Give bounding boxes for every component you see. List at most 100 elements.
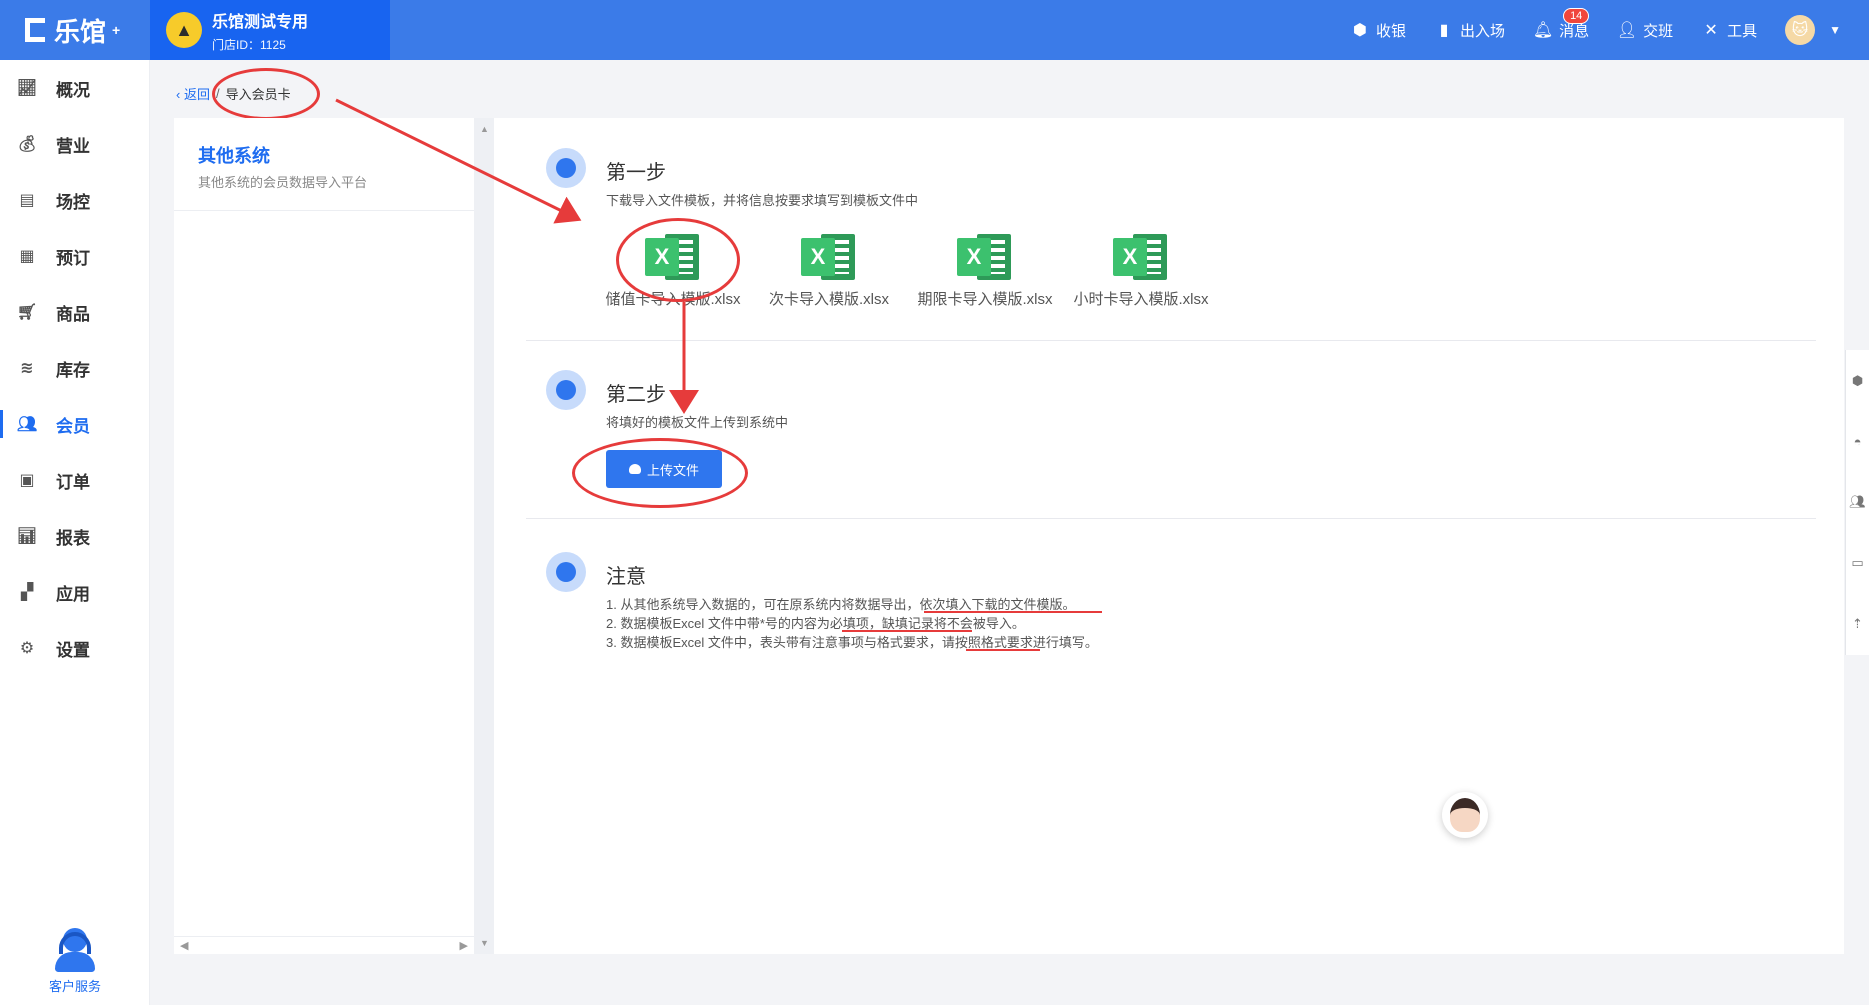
assistant-face-icon: [1450, 798, 1480, 832]
sidebar-item-venue[interactable]: ▤ 场控: [0, 172, 149, 228]
store-icon[interactable]: ▭: [1851, 555, 1863, 571]
import-main-panel: 第一步 下载导入文件模板，并将信息按要求填写到模板文件中 X 储值卡导入模版.x…: [494, 118, 1844, 954]
brand-name: 乐馆: [54, 16, 107, 47]
sidebar-item-reports[interactable]: 📊︎ 报表: [0, 508, 149, 564]
customer-service-label: 客户服务: [48, 979, 101, 994]
sidebar-item-orders[interactable]: ▣ 订单: [0, 452, 149, 508]
note-title: 注意: [606, 566, 646, 588]
sidebar-item-label: 报表: [56, 528, 90, 548]
entry-exit-label: 出入场: [1460, 22, 1506, 40]
sidebar-item-apps[interactable]: ▞ 应用: [0, 564, 149, 620]
sidebar-item-members[interactable]: 👥︎ 会员: [0, 396, 149, 452]
store-avatar: ▲: [166, 12, 202, 48]
scroll-down-icon[interactable]: ▼: [480, 938, 489, 948]
file-name: 次卡导入模版.xlsx: [768, 291, 889, 308]
brand-sup: +: [112, 22, 121, 38]
sidebar-item-label: 商品: [56, 304, 90, 324]
apps-icon: ▞: [20, 584, 34, 601]
cashier-label: 收银: [1376, 22, 1407, 40]
excel-icon: X: [801, 230, 857, 282]
message-count-badge: 14: [1563, 7, 1590, 24]
layers-icon: ≋: [20, 360, 34, 377]
cashier-button[interactable]: ⬢ 收银: [1350, 20, 1406, 41]
panel-divider: [174, 210, 474, 211]
back-link[interactable]: ‹ 返回: [176, 84, 210, 103]
customer-service-button[interactable]: 客户服务: [0, 928, 150, 995]
scroll-left-icon[interactable]: ◀: [180, 939, 188, 952]
upload-button-label: 上传文件: [646, 462, 699, 478]
handover-icon: 👤︎: [1616, 22, 1638, 39]
upload-file-button[interactable]: 上传文件: [606, 450, 722, 488]
tools-button[interactable]: ✕ 工具: [1701, 20, 1757, 41]
cube-icon[interactable]: ⬢: [1852, 373, 1863, 389]
vertical-scrollbar[interactable]: ▲ ▼: [474, 118, 494, 954]
excel-icon: X: [957, 230, 1013, 282]
handover-button[interactable]: 👤︎ 交班: [1617, 20, 1673, 41]
excel-icon: X: [1113, 230, 1169, 282]
sidebar-item-label: 订单: [56, 472, 90, 492]
file-name: 储值卡导入模版.xlsx: [605, 291, 741, 308]
sidebar-item-label: 会员: [56, 416, 90, 436]
entry-exit-button[interactable]: ▮ 出入场: [1434, 20, 1505, 41]
sidebar-item-business[interactable]: 💰︎ 营业: [0, 116, 149, 172]
store-title: 乐馆测试专用: [212, 13, 309, 31]
horizontal-scrollbar[interactable]: ◀ ▶: [174, 936, 474, 954]
gear-icon: ⚙︎: [19, 640, 35, 657]
messages-button[interactable]: 🔔︎ 消息 14: [1532, 7, 1590, 41]
step1-title: 第一步: [606, 162, 666, 184]
sidebar-item-label: 库存: [56, 360, 90, 380]
sidebar-item-booking[interactable]: ▦ 预订: [0, 228, 149, 284]
logo-icon: [22, 15, 48, 45]
step1-indicator: [546, 148, 586, 188]
top-actions: ⬢ 收银 ▮ 出入场 🔔︎ 消息 14 👤︎ 交班 ✕ 工具 🐱︎ ▼: [1350, 7, 1869, 45]
step1-desc: 下载导入文件模板，并将信息按要求填写到模板文件中: [606, 193, 919, 208]
order-icon: ▣: [19, 472, 35, 489]
venue-icon: ▤: [19, 192, 35, 209]
sidebar-item-overview[interactable]: 📈︎ 概况: [0, 60, 149, 116]
store-switcher[interactable]: ▲ 乐馆测试专用 门店ID：1125: [150, 0, 390, 60]
source-desc: 其他系统的会员数据导入平台: [198, 175, 368, 190]
template-file-term-card[interactable]: X 期限卡导入模版.xlsx: [910, 230, 1060, 309]
cashier-icon: ⬢: [1353, 22, 1368, 39]
template-file-stored-value[interactable]: X 储值卡导入模版.xlsx: [598, 230, 748, 309]
app-logo[interactable]: 乐馆 +: [0, 0, 150, 60]
template-file-hour-card[interactable]: X 小时卡导入模版.xlsx: [1066, 230, 1216, 309]
sidebar-item-settings[interactable]: ⚙︎ 设置: [0, 620, 149, 676]
users-icon[interactable]: 👥︎: [1849, 494, 1866, 510]
scroll-right-icon[interactable]: ▶: [460, 939, 468, 952]
breadcrumb: ‹ 返回 / 导入会员卡: [176, 84, 291, 103]
top-icon[interactable]: ⇡: [1852, 616, 1863, 632]
headset-icon: [51, 928, 99, 972]
sidebar-item-label: 应用: [56, 584, 90, 604]
breadcrumb-separator: /: [215, 86, 220, 101]
chevron-down-icon: ▼: [1829, 23, 1841, 37]
report-icon: 📊︎: [16, 528, 38, 545]
import-source-panel: 其他系统 其他系统的会员数据导入平台: [174, 118, 474, 954]
sidebar: 📈︎ 概况 💰︎ 营业 ▤ 场控 ▦ 预订 🛒︎ 商品 ≋ 库存 👥︎ 会员 ▣ 订单 📊︎ 报表…: [0, 60, 150, 1005]
top-header: 乐馆 + ▲ 乐馆测试专用 门店ID：1125 ⬢ 收银 ▮ 出入场 🔔︎ 消息 …: [0, 0, 1869, 60]
handover-label: 交班: [1643, 22, 1674, 40]
breadcrumb-current: 导入会员卡: [225, 87, 291, 102]
cloud-upload-icon: [628, 464, 641, 474]
monitor-icon[interactable]: ◓: [1854, 434, 1862, 449]
annotation-underline-1: [924, 611, 1102, 613]
cart-icon: 🛒︎: [16, 304, 38, 321]
sidebar-item-inventory[interactable]: ≋ 库存: [0, 340, 149, 396]
sidebar-item-label: 概况: [56, 80, 90, 100]
calendar-icon: ▦: [19, 248, 35, 265]
tools-label: 工具: [1727, 22, 1758, 40]
excel-icon: X: [645, 230, 701, 282]
note-indicator: [546, 552, 586, 592]
template-file-count-card[interactable]: X 次卡导入模版.xlsx: [754, 230, 904, 309]
file-name: 期限卡导入模版.xlsx: [917, 291, 1053, 308]
assistant-avatar-button[interactable]: [1442, 792, 1488, 838]
sidebar-item-label: 设置: [56, 640, 90, 660]
source-title[interactable]: 其他系统: [198, 142, 270, 168]
annotation-underline-2: [842, 630, 972, 632]
bell-icon: 🔔︎: [1532, 22, 1554, 39]
user-menu[interactable]: 🐱︎ ▼: [1785, 15, 1841, 45]
sidebar-item-goods[interactable]: 🛒︎ 商品: [0, 284, 149, 340]
scroll-up-icon[interactable]: ▲: [480, 124, 489, 134]
tools-icon: ✕: [1704, 22, 1718, 39]
step2-desc: 将填好的模板文件上传到系统中: [606, 415, 789, 430]
